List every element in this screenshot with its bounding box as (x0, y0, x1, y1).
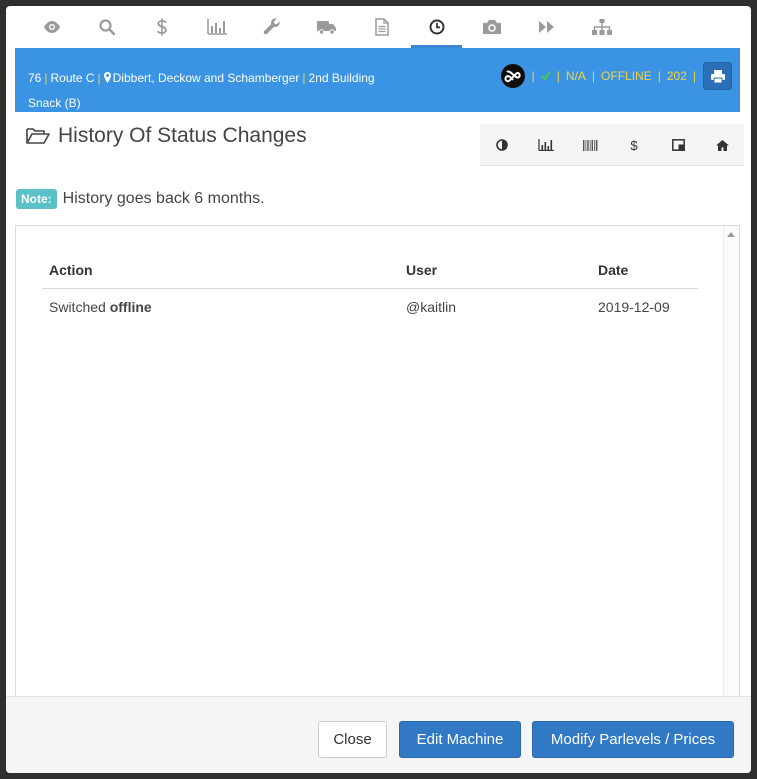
modify-parlevels-button[interactable]: Modify Parlevels / Prices (532, 721, 734, 758)
print-icon (710, 69, 725, 83)
offline-status: OFFLINE (601, 69, 652, 83)
online-check-icon (541, 69, 551, 83)
document-icon (374, 18, 389, 36)
brand-logo-icon (500, 64, 525, 88)
camera-icon (482, 20, 501, 34)
half-circle-icon (496, 139, 508, 151)
bar-chart-icon (538, 139, 554, 151)
toolbar-dollar[interactable]: $ (612, 124, 656, 166)
column-header-user: User (399, 256, 591, 289)
tab-documents[interactable] (354, 6, 409, 48)
tab-history[interactable] (409, 6, 464, 48)
print-button[interactable] (703, 62, 732, 90)
machine-number: 76 (28, 71, 42, 85)
note-badge: Note: (16, 189, 57, 209)
na-status: N/A (565, 69, 586, 83)
dollar-icon (156, 18, 167, 36)
tab-photos[interactable] (464, 6, 519, 48)
action-cell: Switched offline (42, 289, 399, 326)
tab-statistics[interactable] (189, 6, 244, 48)
date-cell: 2019-12-09 (598, 299, 670, 315)
machine-info-bar: 76 | Route C | Dibbert, Deckow and Schamberg… (15, 48, 740, 112)
column-header-date: Date (591, 256, 698, 289)
fast-forward-icon (538, 21, 554, 33)
tab-eye[interactable] (24, 6, 79, 48)
modal-footer: Close Edit Machine Modify Parlevels / Pr… (6, 696, 751, 773)
edit-machine-button[interactable]: Edit Machine (399, 721, 521, 758)
sitemap-icon (591, 19, 612, 35)
wrench-icon (263, 18, 280, 35)
tab-service[interactable] (244, 6, 299, 48)
route-name: Route C (50, 71, 95, 85)
table-row: Switched offline @kaitlin 2019-12-09 (42, 289, 698, 326)
map-marker-icon (103, 72, 111, 83)
table-header-row: Action User Date (42, 256, 698, 289)
toolbar-columns[interactable] (656, 124, 700, 166)
toolbar-contrast[interactable] (480, 124, 524, 166)
section-title-text: History Of Status Changes (58, 124, 307, 147)
scroll-up-arrow-icon[interactable] (727, 232, 735, 237)
toolbar-chart[interactable] (524, 124, 568, 166)
home-icon (715, 139, 729, 151)
folder-open-icon (26, 128, 50, 144)
dollar-icon: $ (630, 137, 638, 153)
user-cell: @kaitlin (406, 299, 457, 315)
note-text: History goes back 6 months. (62, 190, 265, 207)
column-header-action: Action (42, 256, 399, 289)
status-code: 202 (666, 69, 687, 83)
clock-icon (429, 19, 444, 35)
action-status: offline (109, 299, 152, 315)
tab-hierarchy[interactable] (574, 6, 629, 48)
eye-icon (43, 21, 60, 33)
toolbar-barcode[interactable] (568, 124, 612, 166)
panel-scrollbar[interactable] (723, 226, 739, 705)
history-note: Note: History goes back 6 months. (16, 189, 265, 209)
search-icon (98, 19, 115, 35)
view-toolbar: $ (480, 124, 744, 166)
truck-icon (316, 20, 336, 35)
tab-dollar[interactable] (134, 6, 189, 48)
location-name: Dibbert, Deckow and Schamberger (112, 71, 300, 85)
bar-chart-icon (206, 19, 227, 35)
machine-status-group: | | N/A | OFFLINE | 202 | (500, 62, 732, 90)
machine-info-left: 76 | Route C | Dibbert, Deckow and Schamberg… (28, 71, 375, 110)
close-button[interactable]: Close (318, 721, 387, 758)
history-table: Action User Date Switched offline @kaitl… (42, 256, 698, 325)
modal-dialog: 76 | Route C | Dibbert, Deckow and Schamberg… (6, 6, 751, 773)
toolbar-home[interactable] (700, 124, 744, 166)
history-panel: Action User Date Switched offline @kaitl… (15, 225, 740, 705)
page-title: History Of Status Changes (26, 124, 307, 148)
action-text: Switched (49, 299, 106, 315)
columns-icon (671, 139, 685, 151)
tab-search[interactable] (79, 6, 134, 48)
barcode-icon (582, 139, 597, 151)
tab-bar (16, 6, 739, 48)
tab-forward[interactable] (519, 6, 574, 48)
tab-delivery[interactable] (299, 6, 354, 48)
